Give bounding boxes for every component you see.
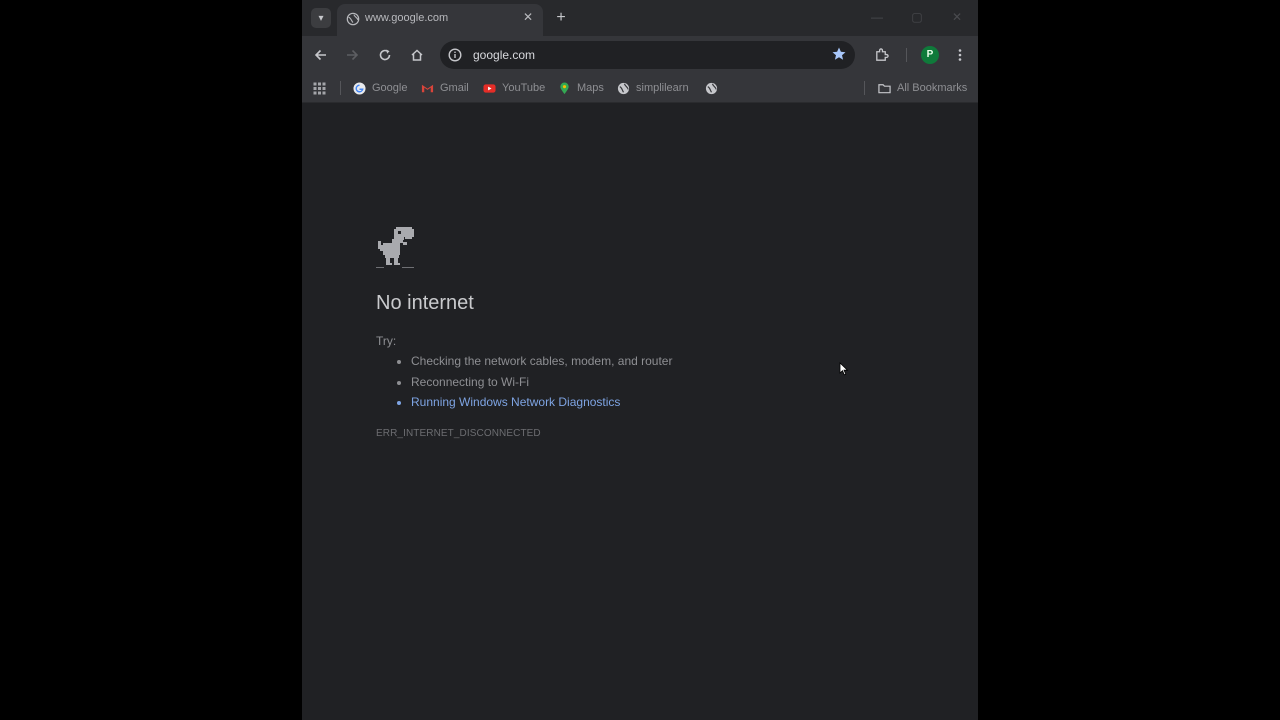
apps-button[interactable] (313, 80, 332, 96)
bookmark-simplilearn[interactable]: simplilearn (617, 80, 689, 96)
minimize-icon[interactable]: — (870, 10, 884, 24)
bookmarks-separator (864, 81, 865, 95)
suggestions-list: Checking the network cables, modem, and … (376, 352, 672, 414)
dinosaur-icon (376, 227, 414, 268)
tab-search-button[interactable]: ▾ (311, 8, 331, 28)
all-bookmarks-button[interactable]: All Bookmarks (878, 80, 967, 96)
bookmark-label: Gmail (440, 82, 469, 94)
puzzle-icon (875, 47, 889, 61)
bookmark-label: simplilearn (636, 82, 689, 94)
bookmark-label: YouTube (502, 82, 546, 94)
arrow-left-icon (314, 49, 326, 61)
suggestion-check-cables: Checking the network cables, modem, and … (411, 352, 672, 373)
globe-icon (346, 12, 360, 26)
suggestion-reconnect-wifi: Reconnecting to Wi-Fi (411, 373, 672, 394)
bookmark-maps[interactable]: Maps (558, 80, 604, 96)
bookmarks-separator (340, 81, 341, 95)
tab-active[interactable]: www.google.com ✕ (337, 4, 543, 36)
error-page: No internet Try: Checking the network ca… (302, 103, 978, 720)
all-bookmarks-label: All Bookmarks (897, 82, 968, 94)
window-close-icon[interactable]: ✕ (950, 10, 964, 24)
close-tab-icon[interactable]: ✕ (521, 10, 535, 24)
bookmark-label: Maps (577, 82, 604, 94)
error-code: ERR_INTERNET_DISCONNECTED (376, 428, 541, 439)
maximize-icon[interactable]: ▢ (910, 10, 924, 24)
bookmark-star-icon[interactable] (831, 46, 847, 62)
reload-button[interactable] (375, 45, 395, 65)
url-text[interactable]: google.com (473, 48, 535, 62)
profile-avatar[interactable]: P (921, 46, 939, 64)
forward-button[interactable] (342, 45, 362, 65)
bookmarks-bar: Google Gmail YouTube Maps simplilearn Al… (302, 74, 978, 103)
address-bar[interactable]: google.com (440, 41, 855, 69)
reload-icon (379, 49, 391, 61)
menu-button[interactable] (950, 45, 970, 65)
google-icon (353, 81, 366, 95)
bookmark-gmail[interactable]: Gmail (421, 80, 469, 96)
home-icon (411, 49, 423, 61)
bookmark-google[interactable]: Google (353, 80, 407, 96)
globe-icon (705, 82, 718, 94)
apps-grid-icon (313, 82, 326, 94)
more-vert-icon (958, 49, 962, 61)
browser-window: ▾ www.google.com ✕ + — ▢ ✕ google.com P … (302, 0, 978, 720)
chevron-down-icon: ▾ (318, 12, 324, 24)
youtube-icon (483, 83, 496, 93)
tab-strip: ▾ www.google.com ✕ + — ▢ ✕ (302, 0, 978, 36)
extensions-button[interactable] (871, 45, 891, 65)
toolbar: google.com P (302, 36, 978, 74)
bookmark-label: Google (372, 82, 408, 94)
network-diagnostics-link[interactable]: Running Windows Network Diagnostics (411, 395, 620, 409)
globe-icon (617, 82, 630, 94)
maps-icon (560, 81, 569, 94)
mouse-cursor-icon (839, 362, 849, 376)
tab-title: www.google.com (365, 12, 449, 24)
gmail-icon (421, 84, 434, 92)
new-tab-button[interactable]: + (551, 8, 571, 28)
arrow-right-icon (347, 49, 359, 61)
back-button[interactable] (311, 45, 331, 65)
bookmark-unnamed[interactable] (705, 80, 724, 96)
folder-icon (878, 83, 891, 93)
home-button[interactable] (407, 45, 427, 65)
site-info-icon[interactable] (448, 48, 462, 62)
bookmark-youtube[interactable]: YouTube (483, 80, 545, 96)
network-diagnostics-item: Running Windows Network Diagnostics (411, 393, 672, 414)
try-label: Try: (376, 334, 397, 348)
toolbar-separator (906, 48, 907, 62)
error-title: No internet (376, 292, 474, 314)
